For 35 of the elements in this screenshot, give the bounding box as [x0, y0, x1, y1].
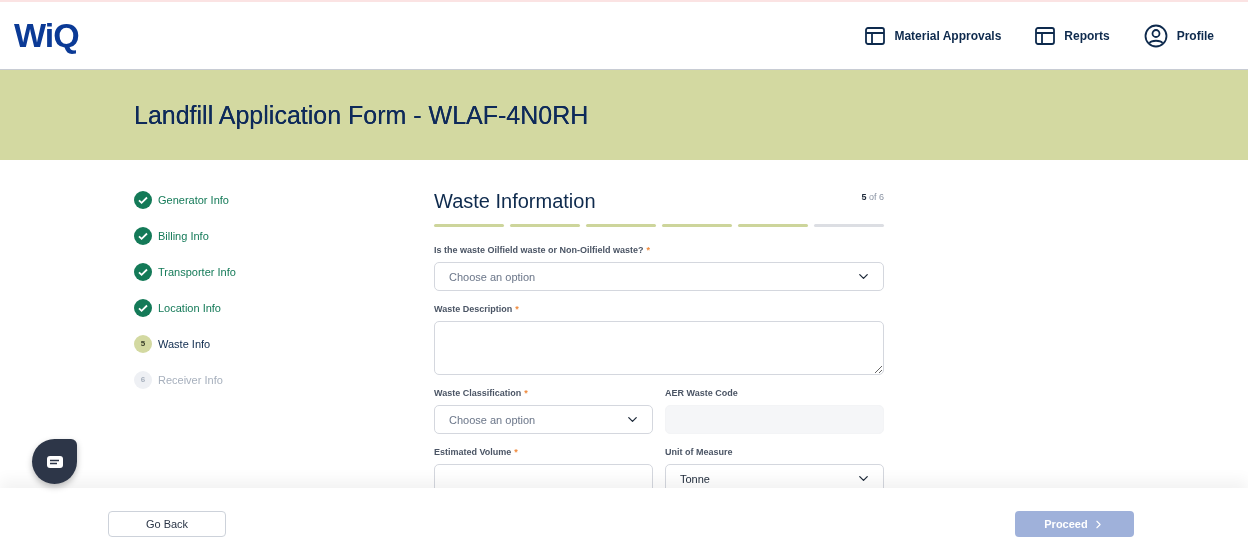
chat-button[interactable]: [32, 439, 77, 484]
field-label: Estimated Volume *: [434, 447, 519, 457]
check-circle-icon: [134, 226, 152, 245]
check-circle-icon: [134, 298, 152, 317]
nav-link[interactable]: Reports: [1035, 26, 1110, 45]
text-area[interactable]: [434, 321, 884, 375]
field-label: Waste Description *: [434, 304, 520, 314]
page-title: Landfill Application Form - WLAF-4N0RH: [134, 100, 589, 130]
step-number: 6: [134, 370, 152, 389]
step-counter: 5 of 6: [861, 192, 884, 202]
chat-icon: [46, 455, 63, 468]
step-link[interactable]: 5 Waste Info: [134, 334, 434, 353]
nav-link[interactable]: Material Approvals: [865, 26, 1002, 45]
check-circle-icon: [134, 190, 152, 209]
layout-icon: [865, 26, 886, 45]
check-circle-icon: [134, 262, 152, 281]
profile-icon: [1143, 23, 1168, 48]
section-title: Waste Information: [434, 190, 596, 213]
field-label: AER Waste Code: [665, 388, 739, 398]
step-number: 5: [134, 334, 152, 353]
select-field[interactable]: Tonne: [665, 464, 884, 488]
back-button[interactable]: Go Back: [108, 511, 226, 537]
step-link[interactable]: Billing Info: [134, 226, 434, 245]
layout-icon: [1035, 26, 1056, 45]
logo[interactable]: WiQ: [14, 16, 79, 55]
step-link[interactable]: Transporter Info: [134, 262, 434, 281]
field-label: Unit of Measure: [665, 447, 734, 457]
field-label: Is the waste Oilfield waste or Non-Oilfield waste? *: [434, 245, 652, 255]
step-link[interactable]: Generator Info: [134, 190, 434, 209]
nav-link[interactable]: Profile: [1143, 23, 1214, 48]
field-label: Waste Classification *: [434, 388, 529, 398]
select-field[interactable]: Choose an option: [434, 262, 884, 291]
select-field[interactable]: Choose an option: [434, 405, 653, 434]
input-field[interactable]: [434, 464, 653, 488]
step-link[interactable]: Location Info: [134, 298, 434, 317]
